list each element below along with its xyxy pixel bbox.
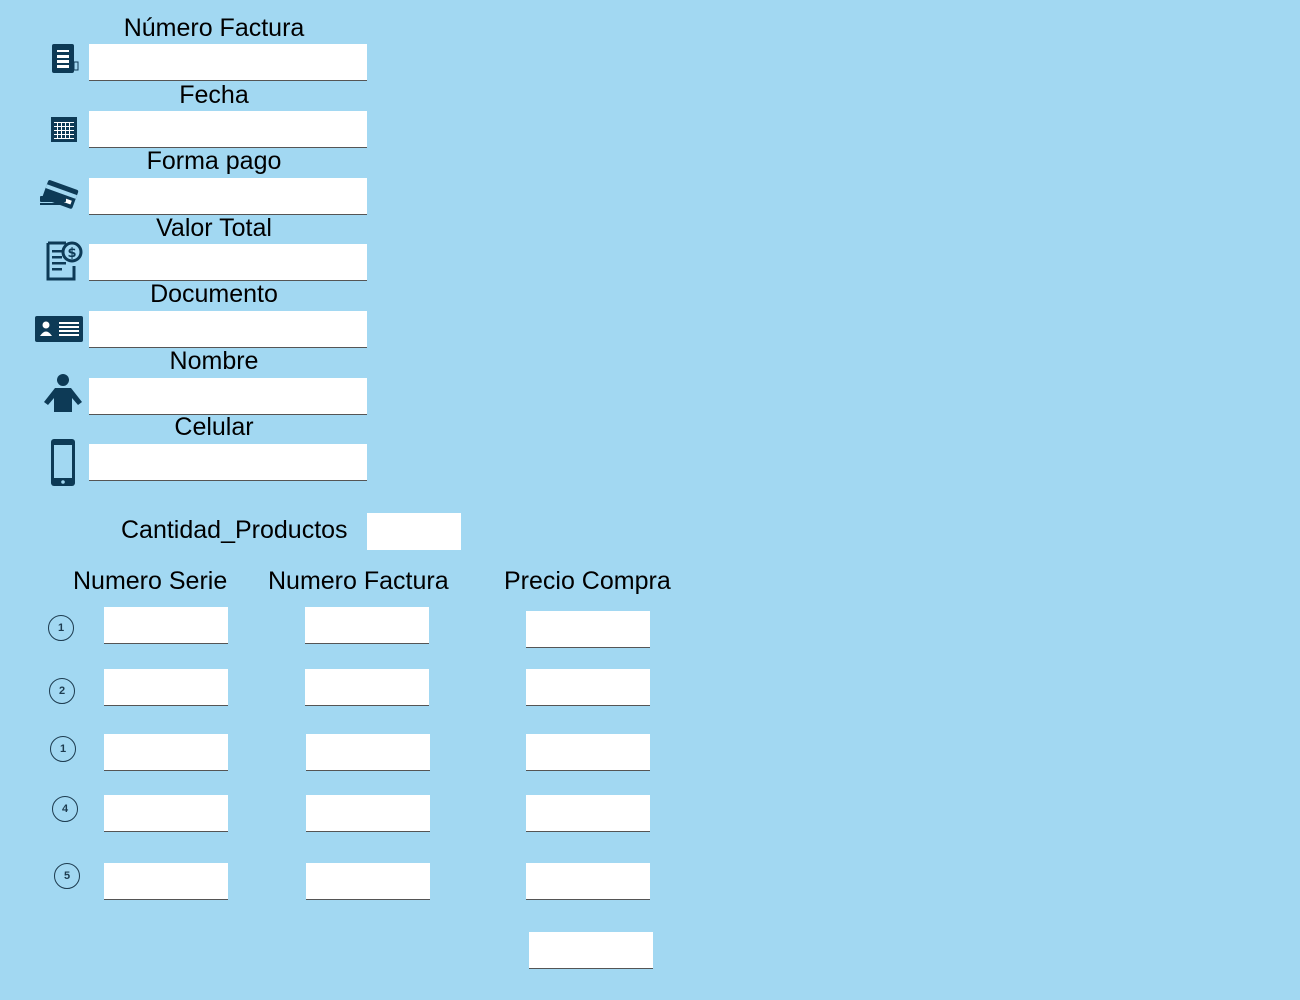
precio-compra-input[interactable]	[526, 795, 650, 832]
total-precio-input[interactable]	[529, 932, 653, 969]
precio-compra-input[interactable]	[526, 863, 650, 900]
row-number-badge: 1	[48, 615, 74, 641]
fecha-input[interactable]	[89, 111, 367, 148]
label-forma-pago: Forma pago	[146, 147, 282, 175]
forma-pago-input[interactable]	[89, 178, 367, 215]
person-icon	[42, 372, 84, 414]
valor-total-input[interactable]	[89, 244, 367, 281]
header-numero-serie: Numero Serie	[73, 567, 228, 595]
precio-compra-input[interactable]	[526, 611, 650, 648]
row-number-badge: 1	[50, 736, 76, 762]
credit-cards-icon	[38, 178, 80, 212]
header-numero-factura: Numero Factura	[268, 567, 449, 595]
numero-serie-input[interactable]	[104, 669, 228, 706]
numero-factura-row-input[interactable]	[306, 795, 430, 832]
bill-dollar-icon: $	[44, 240, 84, 282]
documento-input[interactable]	[89, 311, 367, 348]
id-card-icon	[34, 315, 84, 343]
label-fecha: Fecha	[179, 81, 249, 109]
label-celular: Celular	[174, 413, 254, 441]
precio-compra-input[interactable]	[526, 734, 650, 771]
cantidad-productos-input[interactable]	[367, 513, 461, 550]
numero-serie-input[interactable]	[104, 734, 228, 771]
svg-text:$: $	[67, 246, 76, 261]
label-cantidad-productos: Cantidad_Productos	[121, 516, 348, 544]
header-precio-compra: Precio Compra	[504, 567, 671, 595]
numero-factura-row-input[interactable]	[305, 669, 429, 706]
row-number-badge: 5	[54, 863, 80, 889]
numero-factura-input[interactable]	[89, 44, 367, 81]
label-documento: Documento	[150, 280, 278, 308]
mobile-phone-icon	[48, 438, 78, 488]
calendar-icon	[48, 113, 80, 145]
label-nombre: Nombre	[169, 347, 259, 375]
row-number-badge: 4	[52, 796, 78, 822]
label-numero-factura: Número Factura	[123, 14, 305, 42]
precio-compra-input[interactable]	[526, 669, 650, 706]
numero-factura-row-input[interactable]	[306, 734, 430, 771]
numero-factura-row-input[interactable]	[305, 607, 429, 644]
nombre-input[interactable]	[89, 378, 367, 415]
celular-input[interactable]	[89, 444, 367, 481]
numero-serie-input[interactable]	[104, 795, 228, 832]
invoice-icon	[48, 42, 82, 76]
label-valor-total: Valor Total	[156, 214, 272, 242]
row-number-badge: 2	[49, 678, 75, 704]
numero-factura-row-input[interactable]	[306, 863, 430, 900]
numero-serie-input[interactable]	[104, 863, 228, 900]
numero-serie-input[interactable]	[104, 607, 228, 644]
